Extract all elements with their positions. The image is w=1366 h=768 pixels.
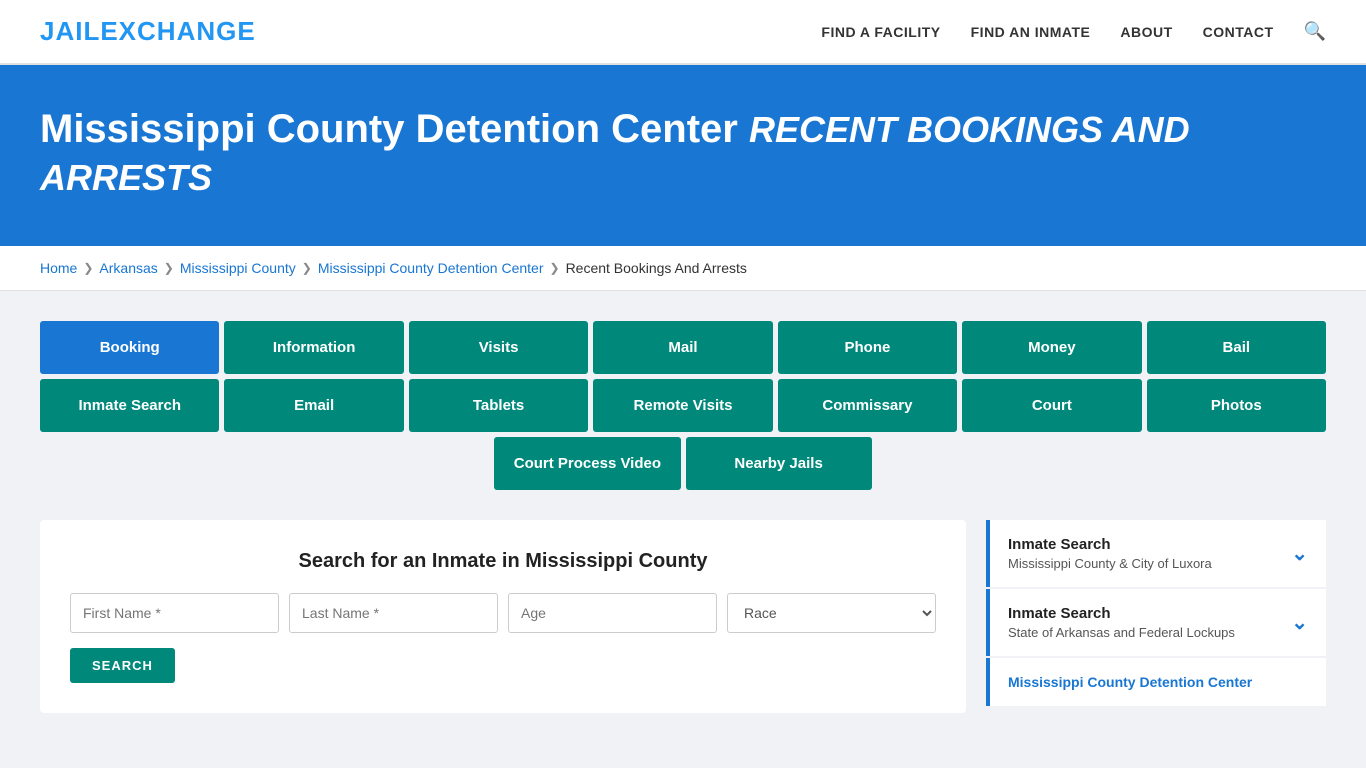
content-area: Search for an Inmate in Mississippi Coun… bbox=[40, 520, 1326, 713]
sidebar-item-inmate-search-ms[interactable]: Inmate Search Mississippi County & City … bbox=[986, 520, 1326, 587]
sidebar-ms-dc[interactable]: Mississippi County Detention Center bbox=[986, 658, 1326, 706]
sidebar-item-inmate-search-ar[interactable]: Inmate Search State of Arkansas and Fede… bbox=[986, 589, 1326, 656]
tab-bail[interactable]: Bail bbox=[1147, 321, 1326, 374]
tab-remote-visits[interactable]: Remote Visits bbox=[593, 379, 772, 432]
logo-part1: JAIL bbox=[40, 16, 100, 46]
tab-money[interactable]: Money bbox=[962, 321, 1141, 374]
search-icon[interactable]: 🔍 bbox=[1304, 21, 1326, 42]
inmate-search-box: Search for an Inmate in Mississippi Coun… bbox=[40, 520, 966, 713]
tab-row-1: Booking Information Visits Mail Phone Mo… bbox=[40, 321, 1326, 374]
search-fields: Race bbox=[70, 593, 936, 633]
logo-part2: EXCHANGE bbox=[100, 16, 255, 46]
tab-commissary[interactable]: Commissary bbox=[778, 379, 957, 432]
nav-about[interactable]: ABOUT bbox=[1120, 24, 1172, 40]
tab-court[interactable]: Court bbox=[962, 379, 1141, 432]
breadcrumb-ms-county[interactable]: Mississippi County bbox=[180, 260, 296, 276]
race-select[interactable]: Race bbox=[727, 593, 936, 633]
sidebar: Inmate Search Mississippi County & City … bbox=[986, 520, 1326, 708]
tab-inmate-search[interactable]: Inmate Search bbox=[40, 379, 219, 432]
tab-information[interactable]: Information bbox=[224, 321, 403, 374]
site-logo[interactable]: JAILEXCHANGE bbox=[40, 16, 256, 47]
sidebar-title-2: Inmate Search bbox=[1008, 605, 1235, 622]
breadcrumb-sep-3: ❯ bbox=[302, 261, 312, 275]
chevron-down-icon-1: ⌄ bbox=[1291, 541, 1308, 566]
breadcrumb-home[interactable]: Home bbox=[40, 260, 77, 276]
breadcrumb-ms-dc[interactable]: Mississippi County Detention Center bbox=[318, 260, 544, 276]
nav-find-facility[interactable]: FIND A FACILITY bbox=[821, 24, 940, 40]
tab-booking[interactable]: Booking bbox=[40, 321, 219, 374]
sidebar-subtitle-2: State of Arkansas and Federal Lockups bbox=[1008, 625, 1235, 640]
page-title: Mississippi County Detention Center RECE… bbox=[40, 105, 1326, 201]
search-button[interactable]: SEARCH bbox=[70, 648, 175, 683]
last-name-input[interactable] bbox=[289, 593, 498, 633]
hero-section: Mississippi County Detention Center RECE… bbox=[0, 65, 1366, 246]
tab-photos[interactable]: Photos bbox=[1147, 379, 1326, 432]
nav-find-inmate[interactable]: FIND AN INMATE bbox=[971, 24, 1091, 40]
header: JAILEXCHANGE FIND A FACILITY FIND AN INM… bbox=[0, 0, 1366, 65]
tab-mail[interactable]: Mail bbox=[593, 321, 772, 374]
breadcrumb-sep-2: ❯ bbox=[164, 261, 174, 275]
first-name-input[interactable] bbox=[70, 593, 279, 633]
chevron-down-icon-2: ⌄ bbox=[1291, 610, 1308, 635]
tab-visits[interactable]: Visits bbox=[409, 321, 588, 374]
tab-row-3: Court Process Video Nearby Jails bbox=[40, 437, 1326, 490]
breadcrumb-current: Recent Bookings And Arrests bbox=[566, 260, 747, 276]
age-input[interactable] bbox=[508, 593, 717, 633]
search-title: Search for an Inmate in Mississippi Coun… bbox=[70, 550, 936, 573]
hero-title-main: Mississippi County Detention Center bbox=[40, 107, 738, 151]
tab-email[interactable]: Email bbox=[224, 379, 403, 432]
main-nav: FIND A FACILITY FIND AN INMATE ABOUT CON… bbox=[821, 21, 1326, 42]
main-content: Booking Information Visits Mail Phone Mo… bbox=[0, 291, 1366, 743]
nav-contact[interactable]: CONTACT bbox=[1203, 24, 1274, 40]
breadcrumb-arkansas[interactable]: Arkansas bbox=[99, 260, 157, 276]
tab-court-process-video[interactable]: Court Process Video bbox=[494, 437, 680, 490]
tab-tablets[interactable]: Tablets bbox=[409, 379, 588, 432]
tab-nearby-jails[interactable]: Nearby Jails bbox=[686, 437, 872, 490]
sidebar-subtitle-1: Mississippi County & City of Luxora bbox=[1008, 556, 1212, 571]
tab-row-2: Inmate Search Email Tablets Remote Visit… bbox=[40, 379, 1326, 432]
breadcrumb: Home ❯ Arkansas ❯ Mississippi County ❯ M… bbox=[0, 246, 1366, 291]
breadcrumb-sep-1: ❯ bbox=[83, 261, 93, 275]
sidebar-title-1: Inmate Search bbox=[1008, 536, 1212, 553]
tab-phone[interactable]: Phone bbox=[778, 321, 957, 374]
breadcrumb-sep-4: ❯ bbox=[550, 261, 560, 275]
